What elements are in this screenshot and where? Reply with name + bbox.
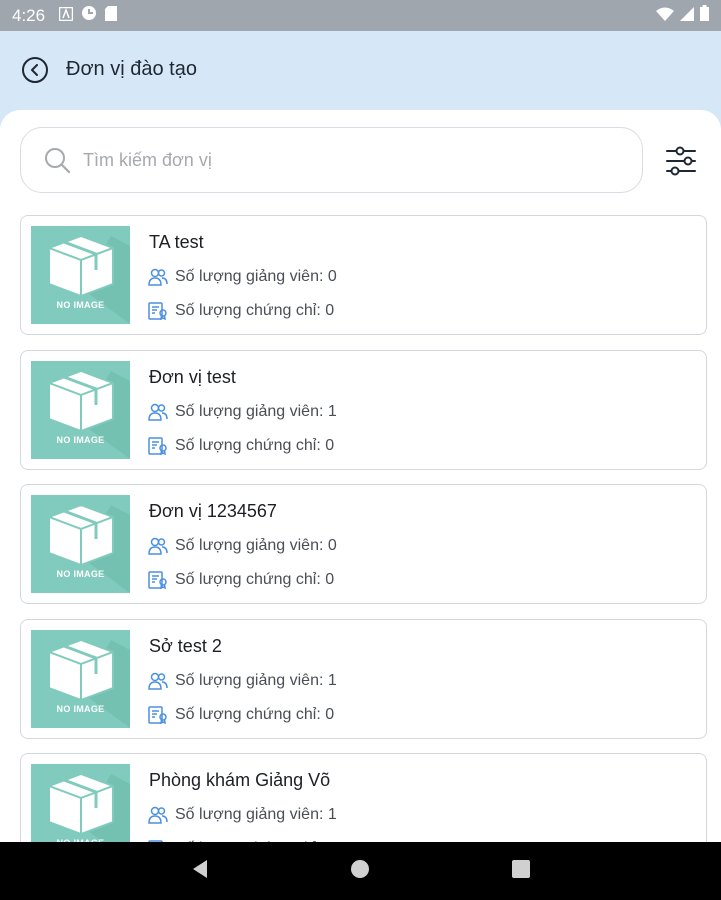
- unit-thumbnail: NO IMAGE: [31, 495, 130, 593]
- unit-card[interactable]: NO IMAGE Phòng khám Giảng Võ Số lượng gi…: [20, 753, 707, 842]
- certificate-icon: [148, 570, 168, 590]
- users-icon: [148, 267, 168, 287]
- lecturer-count-label: Số lượng giảng viên: 0: [175, 268, 337, 285]
- unit-thumbnail: NO IMAGE: [31, 226, 130, 324]
- unit-name: Phòng khám Giảng Võ: [149, 770, 331, 790]
- unit-thumbnail: NO IMAGE: [31, 630, 130, 728]
- battery-icon: [700, 5, 709, 26]
- lecturer-count: Số lượng giảng viên: 0: [148, 536, 337, 556]
- certificate-icon: [148, 705, 168, 725]
- lecturer-count: Số lượng giảng viên: 1: [148, 402, 337, 422]
- certificate-count: Số lượng chứng chỉ: 0: [148, 301, 334, 321]
- lecturer-count: Số lượng giảng viên: 0: [148, 267, 337, 287]
- notification-circle-icon: [81, 5, 97, 26]
- unit-card[interactable]: NO IMAGE Đơn vị test Số lượng giảng viên…: [20, 350, 707, 470]
- filter-sliders-icon: [666, 146, 696, 176]
- filter-button[interactable]: [663, 144, 699, 178]
- lecturer-count-label: Số lượng giảng viên: 0: [175, 537, 337, 554]
- status-bar: 4:26: [0, 0, 721, 31]
- lecturer-count-label: Số lượng giảng viên: 1: [175, 672, 337, 689]
- users-icon: [148, 671, 168, 691]
- certificate-count: Số lượng chứng chỉ: 0: [148, 436, 334, 456]
- certificate-icon: [148, 301, 168, 321]
- certificate-count-label: Số lượng chứng chỉ: 0: [175, 437, 335, 454]
- certificate-count-label: Số lượng chứng chỉ: 0: [175, 302, 335, 319]
- unit-name: TA test: [149, 232, 204, 252]
- content-sheet: NO IMAGE TA test Số lượng giảng viên: 0 …: [0, 110, 721, 842]
- lecturer-count: Số lượng giảng viên: 1: [148, 671, 337, 691]
- box-placeholder-icon: [48, 773, 130, 842]
- unit-card[interactable]: NO IMAGE Sở test 2 Số lượng giảng viên: …: [20, 619, 707, 739]
- certificate-count-label: Số lượng chứng chỉ: 0: [175, 571, 335, 588]
- no-image-label: NO IMAGE: [56, 300, 105, 310]
- status-time: 4:26: [12, 5, 46, 25]
- unit-name: Đơn vị test: [149, 367, 236, 387]
- signal-icon: [680, 6, 694, 26]
- system-nav-bar: [0, 842, 721, 900]
- search-box[interactable]: [20, 127, 643, 193]
- no-image-label: NO IMAGE: [56, 569, 105, 579]
- lecturer-count: Số lượng giảng viên: 1: [148, 805, 337, 825]
- unit-card[interactable]: NO IMAGE TA test Số lượng giảng viên: 0 …: [20, 215, 707, 335]
- nav-recents-icon[interactable]: [512, 859, 531, 883]
- unit-card[interactable]: NO IMAGE Đơn vị 1234567 Số lượng giảng v…: [20, 484, 707, 604]
- wifi-icon: [656, 6, 674, 26]
- nav-back-icon[interactable]: [191, 859, 209, 884]
- unit-thumbnail: NO IMAGE: [31, 764, 130, 842]
- notification-a-icon: [58, 6, 74, 26]
- no-image-label: NO IMAGE: [56, 704, 105, 714]
- no-image-label: NO IMAGE: [56, 435, 105, 445]
- certificate-count: Số lượng chứng chỉ: 0: [148, 705, 334, 725]
- users-icon: [148, 805, 168, 825]
- lecturer-count-label: Số lượng giảng viên: 1: [175, 806, 337, 823]
- search-input[interactable]: [83, 149, 603, 171]
- page-title: Đơn vị đào tạo: [66, 58, 197, 80]
- unit-name: Sở test 2: [149, 636, 222, 656]
- chevron-left-icon: [31, 64, 38, 76]
- certificate-icon: [148, 436, 168, 456]
- lecturer-count-label: Số lượng giảng viên: 1: [175, 403, 337, 420]
- sd-card-icon: [105, 5, 118, 26]
- users-icon: [148, 402, 168, 422]
- certificate-count: Số lượng chứng chỉ: 0: [148, 570, 334, 590]
- back-button[interactable]: [22, 57, 48, 83]
- unit-name: Đơn vị 1234567: [149, 501, 277, 521]
- users-icon: [148, 536, 168, 556]
- unit-thumbnail: NO IMAGE: [31, 361, 130, 459]
- certificate-count-label: Số lượng chứng chỉ: 0: [175, 706, 335, 723]
- search-icon: [45, 148, 71, 174]
- nav-home-icon[interactable]: [350, 859, 370, 884]
